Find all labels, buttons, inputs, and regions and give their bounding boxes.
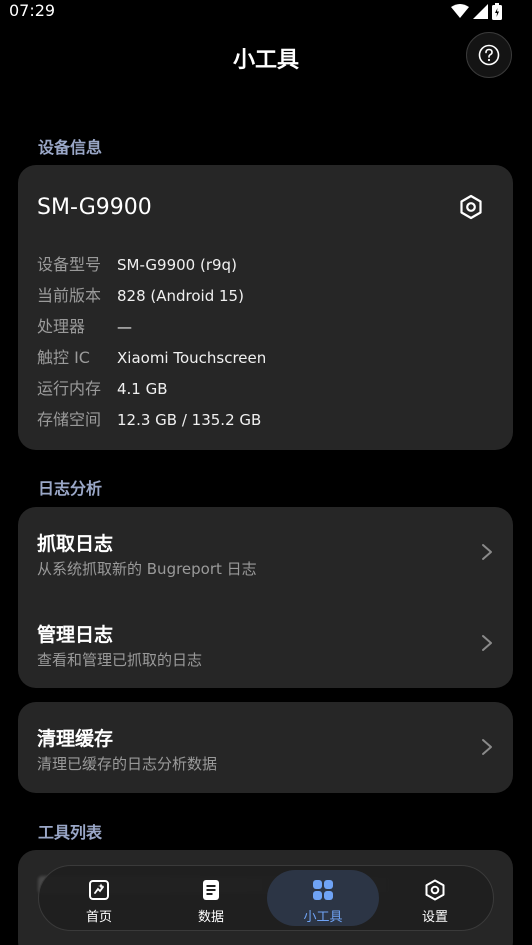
info-value: SM-G9900 (r9q) [117, 256, 237, 274]
device-info-card: SM-G9900 设备型号 SM-G9900 (r9q) 当前版本 828 (A… [18, 165, 513, 450]
info-row-storage: 存储空间 12.3 GB / 135.2 GB [37, 406, 261, 430]
nav-item-settings[interactable]: 设置 [379, 870, 491, 926]
status-bar: 07:29 [0, 0, 532, 24]
chevron-right-icon [482, 635, 492, 651]
settings-icon [425, 879, 445, 901]
battery-icon [492, 3, 502, 20]
info-row-version: 当前版本 828 (Android 15) [37, 282, 244, 306]
help-button[interactable] [466, 32, 512, 78]
section-label-device-info: 设备信息 [38, 138, 103, 157]
item-title: 清理缓存 [37, 728, 114, 750]
wifi-icon [451, 4, 469, 18]
info-row-model: 设备型号 SM-G9900 (r9q) [37, 251, 237, 275]
info-label: 运行内存 [37, 379, 102, 398]
info-value: 4.1 GB [117, 380, 168, 398]
status-icons [451, 3, 502, 20]
chevron-right-icon [482, 739, 492, 755]
nav-label: 数据 [197, 910, 224, 925]
bottom-nav: 首页 数据 小工具 设置 [38, 865, 494, 931]
tools-icon [313, 880, 333, 900]
info-label: 当前版本 [37, 286, 102, 305]
clear-cache-item[interactable]: 清理缓存 清理已缓存的日志分析数据 [18, 702, 513, 792]
item-subtitle: 查看和管理已抓取的日志 [37, 651, 203, 669]
info-label: 触控 IC [37, 348, 90, 367]
info-row-touch-ic: 触控 IC Xiaomi Touchscreen [37, 344, 266, 368]
nav-label: 设置 [421, 910, 448, 925]
section-label-log-analysis: 日志分析 [38, 479, 103, 498]
info-value: 12.3 GB / 135.2 GB [117, 411, 262, 429]
home-icon [89, 880, 109, 900]
app-header: 小工具 [0, 28, 532, 84]
info-row-processor: 处理器 — [37, 313, 132, 337]
nav-item-home[interactable]: 首页 [43, 870, 155, 926]
item-title: 抓取日志 [37, 533, 114, 555]
info-label: 设备型号 [37, 255, 102, 274]
nav-label: 首页 [85, 910, 112, 925]
help-icon [478, 44, 500, 66]
item-title: 管理日志 [37, 624, 114, 646]
hexagon-settings-icon [460, 194, 482, 220]
item-subtitle: 从系统抓取新的 Bugreport 日志 [37, 560, 257, 578]
log-card: 抓取日志 从系统抓取新的 Bugreport 日志 管理日志 查看和管理已抓取的… [18, 507, 513, 688]
info-row-memory: 运行内存 4.1 GB [37, 375, 168, 399]
info-label: 存储空间 [37, 410, 102, 429]
status-time: 07:29 [9, 1, 56, 20]
chevron-right-icon [482, 544, 492, 560]
info-label: 处理器 [37, 317, 86, 336]
nav-item-tools[interactable]: 小工具 [267, 870, 379, 926]
nav-item-data[interactable]: 数据 [155, 870, 267, 926]
page-title: 小工具 [232, 48, 299, 73]
section-label-tools: 工具列表 [38, 823, 103, 842]
capture-log-item[interactable]: 抓取日志 从系统抓取新的 Bugreport 日志 [18, 507, 513, 597]
info-value: Xiaomi Touchscreen [117, 349, 267, 367]
clear-cache-card: 清理缓存 清理已缓存的日志分析数据 [18, 702, 513, 793]
info-value: 828 (Android 15) [117, 287, 244, 305]
device-settings-button[interactable] [457, 193, 485, 221]
cellular-signal-icon [473, 4, 488, 19]
info-value: — [117, 318, 132, 336]
data-icon [203, 880, 219, 900]
device-name: SM-G9900 [37, 195, 152, 220]
item-subtitle: 清理已缓存的日志分析数据 [37, 755, 218, 773]
manage-log-item[interactable]: 管理日志 查看和管理已抓取的日志 [18, 598, 513, 688]
nav-label: 小工具 [303, 910, 343, 925]
